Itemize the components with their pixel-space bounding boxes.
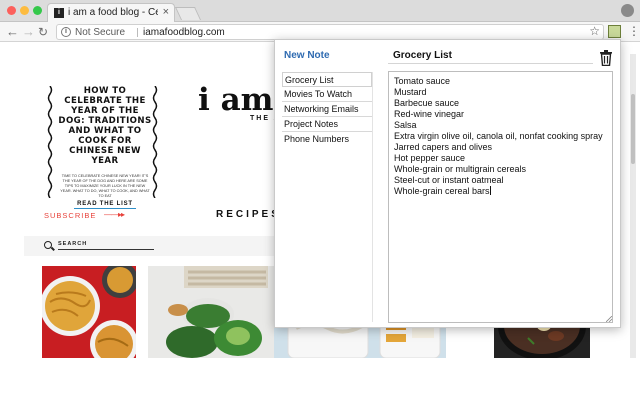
note-line: Steel-cut or instant oatmeal — [394, 175, 504, 185]
close-window-button[interactable] — [7, 6, 16, 15]
bok-choy-photo[interactable] — [148, 266, 274, 358]
star-icon[interactable]: ☆ — [589, 24, 600, 38]
new-note-button[interactable]: New Note — [284, 50, 330, 61]
recipes-nav-link[interactable]: RECIPES — [216, 209, 275, 220]
extension-icon[interactable] — [608, 25, 621, 38]
url-divider — [137, 28, 138, 37]
maximize-window-button[interactable] — [33, 6, 42, 15]
address-bar[interactable]: i Not Secure iamafoodblog.com ☆ — [56, 24, 604, 40]
reload-icon[interactable]: ↻ — [38, 24, 48, 40]
note-list-item[interactable]: Grocery List — [282, 72, 372, 87]
note-last-line: Whole-grain cereal bars — [394, 186, 607, 197]
note-line: Whole-grain cereal bars — [394, 186, 490, 196]
page-scrollbar-thumb[interactable] — [631, 94, 635, 164]
url-text[interactable]: iamafoodblog.com — [143, 26, 225, 39]
close-tab-icon[interactable]: × — [163, 6, 169, 18]
note-list-item[interactable]: Networking Emails — [282, 102, 372, 117]
article-title[interactable]: HOW TO CELEBRATE THE YEAR OF THE DOG: TR… — [58, 86, 152, 166]
note-line: Extra virgin olive oil, canola oil, nonf… — [394, 131, 603, 141]
note-title-field[interactable] — [388, 48, 593, 64]
security-label[interactable]: Not Secure — [75, 26, 125, 39]
trash-icon[interactable] — [599, 50, 613, 66]
site-tagline: THE A — [250, 115, 275, 122]
note-line: Tomato sauce — [394, 76, 451, 86]
back-arrow-icon[interactable]: ← — [6, 24, 19, 40]
wavy-border-left — [47, 86, 53, 198]
menu-icon[interactable]: ⋮ — [628, 24, 640, 38]
notes-list: Grocery List Movies To Watch Networking … — [282, 72, 372, 147]
info-icon[interactable]: i — [61, 27, 71, 37]
search-icon[interactable] — [44, 241, 52, 249]
forward-arrow-icon[interactable]: → — [22, 24, 35, 40]
note-list-item[interactable]: Phone Numbers — [282, 132, 372, 147]
page-scrollbar[interactable] — [630, 54, 636, 358]
resize-grip-icon[interactable] — [606, 316, 612, 322]
wavy-border-right — [152, 86, 158, 198]
note-list-item[interactable]: Movies To Watch — [282, 87, 372, 102]
new-tab-button[interactable] — [174, 7, 202, 20]
browser-tab[interactable]: i i am a food blog - Celebrating × — [47, 3, 175, 22]
minimize-window-button[interactable] — [20, 6, 29, 15]
note-body-textarea[interactable]: Tomato sauce Mustard Barbecue sauce Red-… — [388, 71, 613, 323]
article-description: TIME TO CELEBRATE CHINESE NEW YEAR! IT'S… — [60, 174, 150, 198]
site-search-bar[interactable]: SEARCH — [24, 236, 274, 256]
notes-popup: New Note Grocery List Movies To Watch Ne… — [274, 39, 621, 328]
note-list-item[interactable]: Project Notes — [282, 117, 372, 132]
note-line: Whole-grain or multigrain cereals — [394, 164, 527, 174]
subscribe-arrow-icon[interactable]: ——▸▸ — [104, 210, 125, 219]
subscribe-link[interactable]: SUBSCRIBE — [44, 211, 96, 220]
note-line: Red-wine vinegar — [394, 109, 465, 119]
note-line: Hot pepper sauce — [394, 153, 466, 163]
read-the-list-link[interactable]: READ THE LIST — [74, 201, 136, 209]
note-line: Mustard — [394, 87, 427, 97]
noodles-photo[interactable] — [42, 266, 136, 358]
text-caret — [489, 186, 491, 195]
site-favicon-icon: i — [54, 8, 64, 18]
site-logo[interactable]: i am a — [198, 84, 275, 116]
search-underline — [58, 249, 154, 250]
tab-title: i am a food blog - Celebrating — [68, 7, 158, 18]
notes-list-divider — [372, 72, 373, 322]
browser-tabbar: i i am a food blog - Celebrating × — [0, 0, 640, 22]
note-line: Salsa — [394, 120, 417, 130]
note-line: Jarred capers and olives — [394, 142, 493, 152]
search-input[interactable]: SEARCH — [58, 241, 87, 247]
note-line: Barbecue sauce — [394, 98, 460, 108]
profile-icon[interactable] — [621, 4, 634, 17]
